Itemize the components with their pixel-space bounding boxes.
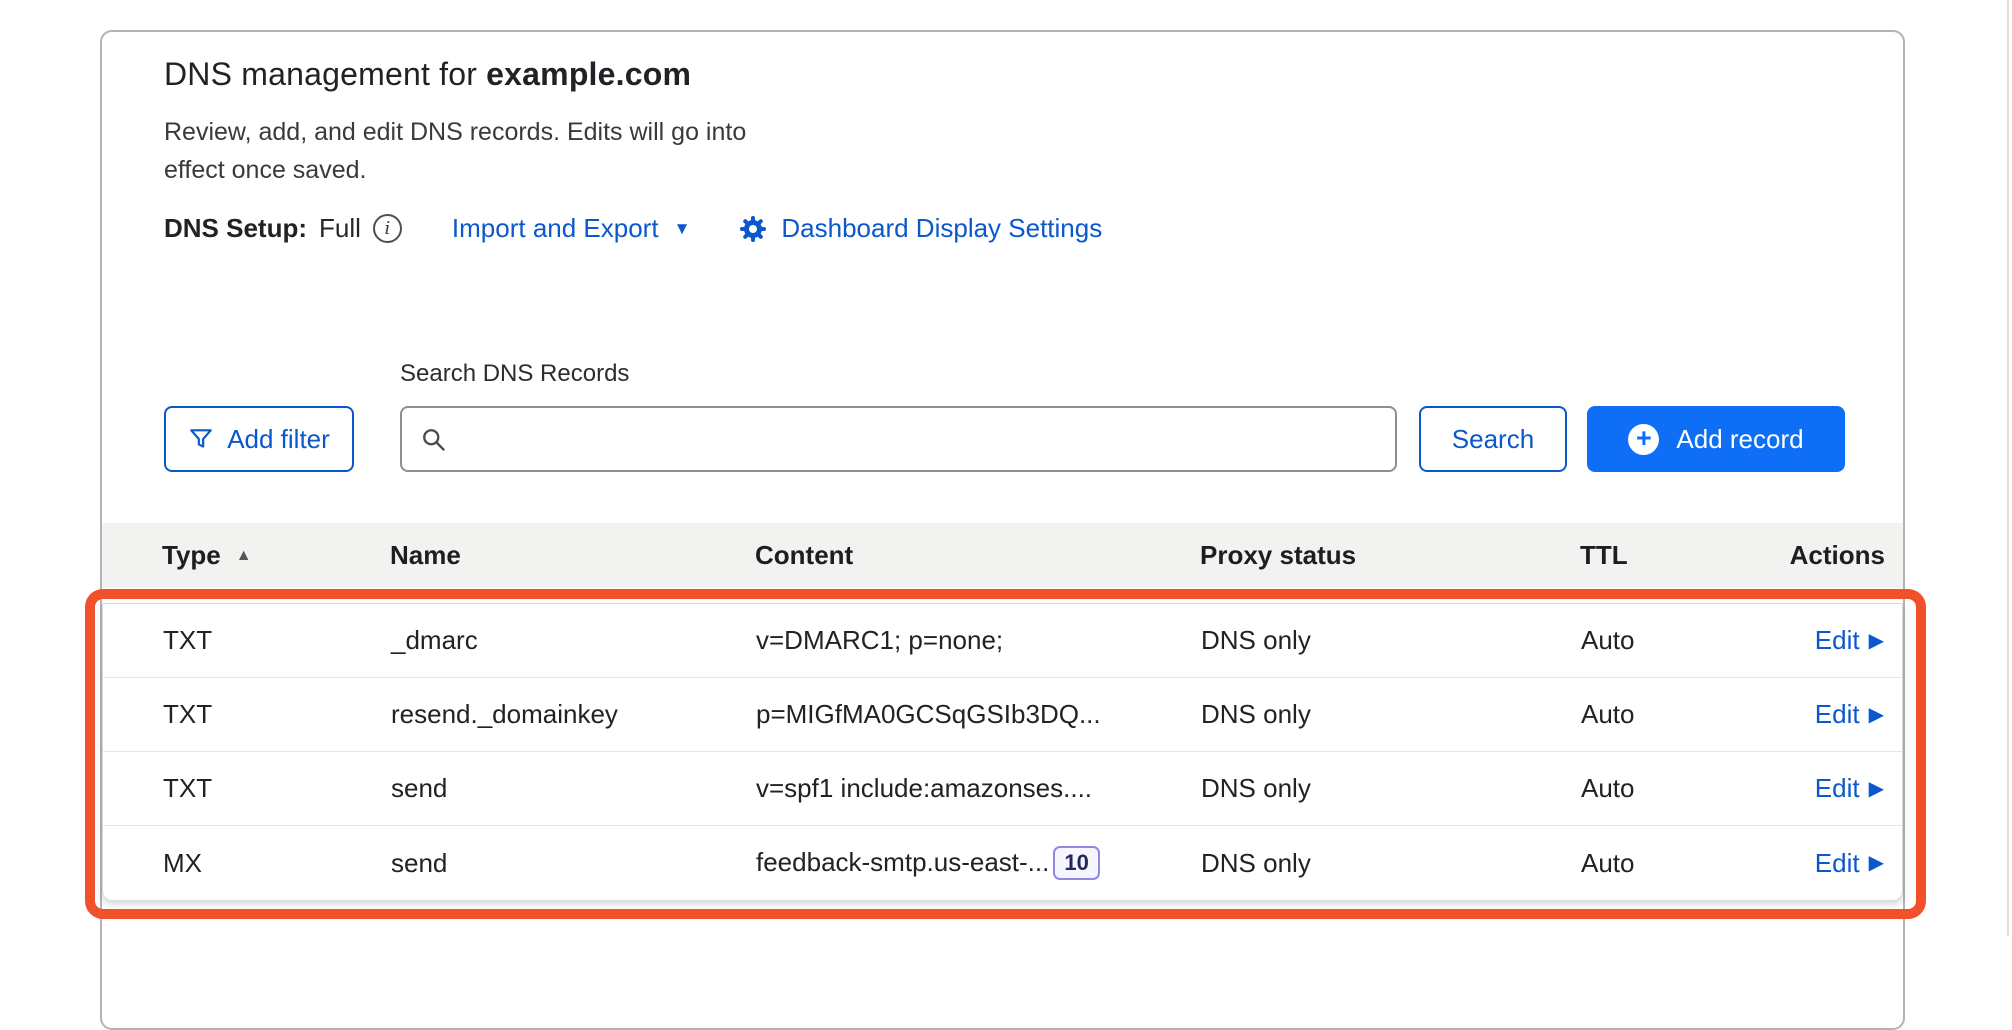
page-title: DNS management for example.com (164, 56, 1845, 93)
dns-management-card: DNS management for example.com Review, a… (100, 30, 1905, 1030)
cell-content-text: feedback-smtp.us-east-... (756, 847, 1049, 878)
edit-label: Edit (1815, 773, 1860, 804)
column-header-type[interactable]: Type ▲ (102, 540, 390, 571)
cell-type: TXT (103, 699, 391, 730)
cell-ttl: Auto (1581, 625, 1771, 656)
sort-ascending-icon: ▲ (236, 547, 252, 565)
search-icon (419, 425, 447, 453)
dns-setup-row: DNS Setup: Full i Import and Export ▼ (164, 213, 1845, 244)
cell-content: v=spf1 include:amazonses.... (756, 773, 1201, 804)
dns-setup-value: Full (319, 213, 361, 244)
edit-record-button[interactable]: Edit ▶ (1815, 848, 1884, 879)
mx-priority-badge: 10 (1053, 846, 1099, 880)
search-button-label: Search (1452, 424, 1534, 455)
cell-content: v=DMARC1; p=none; (756, 625, 1201, 656)
add-filter-label: Add filter (227, 424, 330, 455)
column-header-content: Content (755, 540, 1200, 571)
panel-edge-divider (2007, 0, 2009, 936)
cell-proxy-status: DNS only (1201, 699, 1581, 730)
dns-table-body: TXT _dmarc v=DMARC1; p=none; DNS only Au… (102, 603, 1903, 901)
table-row: TXT send v=spf1 include:amazonses.... DN… (103, 752, 1902, 826)
edit-label: Edit (1815, 848, 1860, 879)
chevron-down-icon: ▼ (674, 220, 691, 237)
search-box (400, 406, 1397, 472)
column-header-proxy-status: Proxy status (1200, 540, 1580, 571)
table-row: MX send feedback-smtp.us-east-... 10 DNS… (103, 826, 1902, 900)
search-button[interactable]: Search (1419, 406, 1567, 472)
card-head: DNS management for example.com Review, a… (164, 56, 1845, 244)
import-export-link[interactable]: Import and Export ▼ (452, 213, 690, 244)
dns-table-header: Type ▲ Name Content Proxy status TTL Act… (102, 523, 1903, 588)
cell-name: send (391, 848, 756, 879)
table-row: TXT resend._domainkey p=MIGfMA0GCSqGSIb3… (103, 678, 1902, 752)
cell-ttl: Auto (1581, 699, 1771, 730)
table-row: TXT _dmarc v=DMARC1; p=none; DNS only Au… (103, 604, 1902, 678)
edit-arrow-icon: ▶ (1869, 779, 1884, 799)
plus-icon: + (1628, 424, 1659, 455)
dns-toolbar: Search DNS Records Add filter Search + A… (164, 406, 1845, 472)
column-header-ttl: TTL (1580, 540, 1770, 571)
dashboard-display-settings-label: Dashboard Display Settings (781, 213, 1102, 244)
search-input[interactable] (461, 410, 1381, 468)
page-title-domain: example.com (486, 56, 691, 92)
edit-record-button[interactable]: Edit ▶ (1815, 625, 1884, 656)
cell-proxy-status: DNS only (1201, 773, 1581, 804)
edit-label: Edit (1815, 699, 1860, 730)
page-title-prefix: DNS management for (164, 56, 486, 92)
cell-name: send (391, 773, 756, 804)
cell-ttl: Auto (1581, 848, 1771, 879)
add-record-label: Add record (1676, 424, 1803, 455)
cell-type: TXT (103, 625, 391, 656)
cell-content: p=MIGfMA0GCSqGSIb3DQ... (756, 699, 1201, 730)
edit-arrow-icon: ▶ (1869, 853, 1884, 873)
cell-content: feedback-smtp.us-east-... 10 (756, 846, 1201, 880)
cell-type: MX (103, 848, 391, 879)
add-record-button[interactable]: + Add record (1587, 406, 1845, 472)
edit-label: Edit (1815, 625, 1860, 656)
edit-arrow-icon: ▶ (1869, 631, 1884, 651)
cell-type: TXT (103, 773, 391, 804)
cell-name: _dmarc (391, 625, 756, 656)
dns-setup-label: DNS Setup: (164, 213, 307, 244)
import-export-label: Import and Export (452, 213, 659, 244)
edit-arrow-icon: ▶ (1869, 705, 1884, 725)
cell-ttl: Auto (1581, 773, 1771, 804)
column-header-type-label: Type (162, 540, 221, 571)
page-subtitle: Review, add, and edit DNS records. Edits… (164, 113, 764, 189)
info-icon[interactable]: i (373, 214, 402, 243)
search-dns-records-label: Search DNS Records (400, 360, 629, 388)
cell-proxy-status: DNS only (1201, 848, 1581, 879)
filter-funnel-icon (188, 426, 214, 452)
edit-record-button[interactable]: Edit ▶ (1815, 773, 1884, 804)
gear-icon (738, 214, 768, 244)
column-header-name: Name (390, 540, 755, 571)
cell-proxy-status: DNS only (1201, 625, 1581, 656)
cell-name: resend._domainkey (391, 699, 756, 730)
add-filter-button[interactable]: Add filter (164, 406, 354, 472)
edit-record-button[interactable]: Edit ▶ (1815, 699, 1884, 730)
column-header-actions: Actions (1770, 540, 1903, 571)
dashboard-display-settings-link[interactable]: Dashboard Display Settings (738, 213, 1102, 244)
